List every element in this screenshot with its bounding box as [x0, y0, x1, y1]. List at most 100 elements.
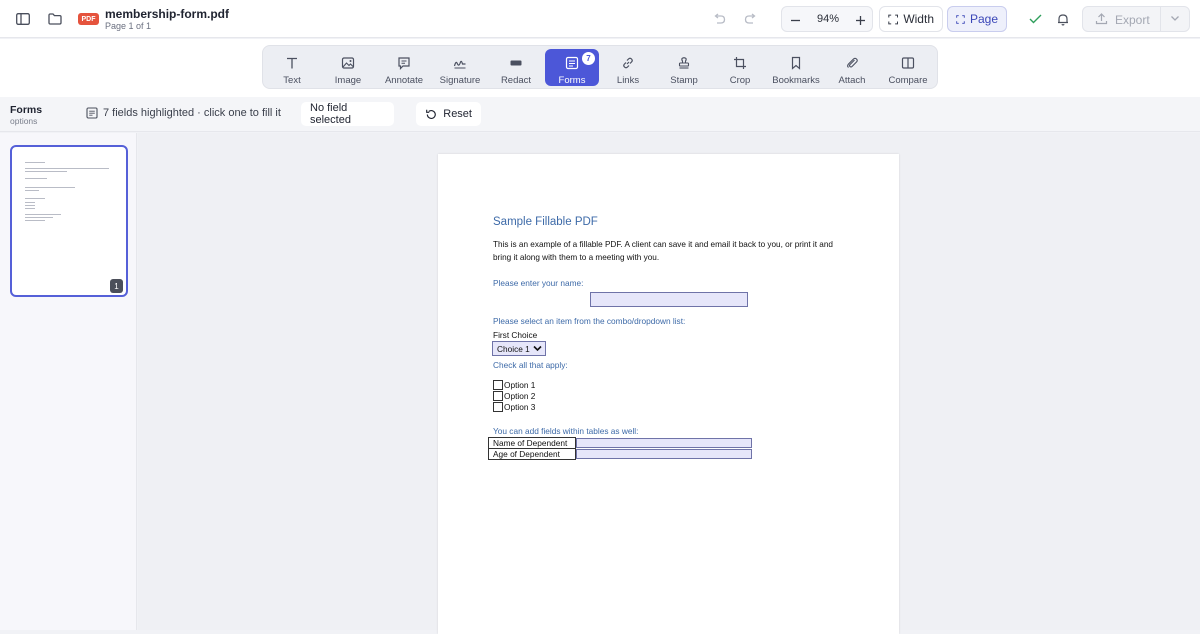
zoom-in-button[interactable]	[851, 11, 869, 29]
tool-label: Annotate	[384, 75, 424, 86]
document-intro: This is an example of a fillable PDF. A …	[493, 240, 833, 262]
fit-width-label: Width	[903, 12, 934, 26]
option-3-label: Option 3	[504, 402, 536, 412]
combo-prompt: Please select an item from the combo/dro…	[493, 316, 686, 326]
option-2-checkbox[interactable]	[493, 391, 503, 401]
title-bar: PDF membership-form.pdf Page 1 of 1 94% …	[0, 0, 1200, 38]
thumb-line	[25, 220, 45, 221]
page-info: Page 1 of 1	[105, 21, 152, 31]
tool-stamp[interactable]: Stamp	[657, 49, 711, 86]
plus-icon	[855, 15, 865, 25]
tool-label: Attach	[838, 75, 866, 86]
zoom-out-button[interactable]	[786, 11, 804, 29]
document-name: membership-form.pdf	[105, 7, 230, 21]
tool-crop[interactable]: Crop	[713, 49, 767, 86]
stamp-icon	[676, 55, 692, 71]
tool-bookmarks[interactable]: Bookmarks	[769, 49, 823, 86]
pdf-file-badge: PDF	[78, 13, 99, 25]
check-prompt: Check all that apply:	[493, 360, 568, 370]
tool-attach[interactable]: Attach	[825, 49, 879, 86]
sidebar-toggle-icon[interactable]	[13, 9, 33, 29]
image-icon	[340, 55, 356, 71]
thumb-line	[25, 187, 75, 188]
dependents-table: Name of Dependent Age of Dependent	[488, 437, 753, 461]
thumb-line	[25, 171, 67, 172]
tool-redact[interactable]: Redact	[489, 49, 543, 86]
bookmark-icon	[788, 55, 804, 71]
pdf-page: Sample Fillable PDF This is an example o…	[438, 154, 899, 634]
crop-icon	[732, 55, 748, 71]
form-fields-icon	[86, 107, 98, 119]
redact-icon	[508, 55, 524, 71]
zoom-level[interactable]: 94%	[812, 13, 844, 25]
minus-icon	[790, 19, 800, 21]
export-label: Export	[1115, 13, 1150, 27]
fields-info: 7 fields highlighted · click one to fill…	[86, 107, 281, 119]
forms-options-bar: Forms options 7 fields highlighted · cli…	[0, 97, 1200, 132]
thumb-line	[25, 202, 35, 203]
thumbnail-page-number: 1	[110, 279, 123, 293]
reset-button[interactable]: Reset	[416, 102, 481, 126]
document-title: Sample Fillable PDF	[493, 216, 598, 228]
name-prompt: Please enter your name:	[493, 278, 584, 288]
thumb-line	[25, 198, 45, 199]
selection-status: No field selected	[301, 102, 394, 126]
chevron-down-icon	[532, 343, 543, 354]
redo-icon[interactable]	[741, 9, 761, 29]
fit-page-button[interactable]: Page	[947, 6, 1007, 32]
tool-label: Bookmarks	[772, 75, 820, 86]
tool-annotate[interactable]: Annotate	[377, 49, 431, 86]
option-3-checkbox[interactable]	[493, 402, 503, 412]
option-2-row: Option 2	[493, 391, 535, 401]
export-button[interactable]: Export	[1082, 6, 1190, 32]
thumb-line	[25, 178, 47, 179]
open-folder-icon[interactable]	[45, 9, 65, 29]
choice-dropdown[interactable]: Choice 1	[492, 341, 546, 356]
option-1-checkbox[interactable]	[493, 380, 503, 390]
tool-label: Compare	[888, 75, 928, 86]
export-divider	[1160, 7, 1161, 31]
tool-label: Forms	[558, 75, 586, 86]
thumb-line	[25, 162, 45, 163]
dependent-age-field[interactable]	[576, 449, 752, 459]
undo-icon[interactable]	[709, 9, 729, 29]
confirm-check-icon[interactable]	[1025, 9, 1045, 29]
tool-label: Stamp	[670, 75, 698, 86]
choice-dropdown-value: Choice 1	[497, 343, 530, 354]
tool-signature[interactable]: Signature	[433, 49, 487, 86]
fields-info-text: 7 fields highlighted · click one to fill…	[103, 107, 281, 119]
thumb-line	[25, 205, 35, 206]
option-1-label: Option 1	[504, 380, 536, 390]
combo-label: First Choice	[493, 330, 538, 340]
dependent-name-field[interactable]	[576, 438, 752, 448]
tool-forms[interactable]: Forms 7	[545, 49, 599, 86]
option-1-row: Option 1	[493, 380, 535, 390]
chevron-down-icon[interactable]	[1169, 12, 1181, 24]
panel-subtitle: options	[10, 116, 38, 126]
thumb-line	[25, 217, 53, 218]
tool-label: Redact	[500, 75, 532, 86]
tool-compare[interactable]: Compare	[881, 49, 935, 86]
notification-bell-icon[interactable]	[1053, 9, 1073, 29]
annotate-icon	[396, 55, 412, 71]
table-row-label: Age of Dependent	[488, 448, 576, 460]
fit-page-label: Page	[969, 12, 998, 26]
tool-links[interactable]: Links	[601, 49, 655, 86]
tool-image[interactable]: Image	[321, 49, 375, 86]
thumb-line	[25, 190, 39, 191]
tool-label: Image	[334, 75, 362, 86]
page-thumbnail[interactable]: 1	[10, 145, 128, 297]
link-icon	[620, 55, 636, 71]
tool-text[interactable]: Text	[265, 49, 319, 86]
page-thumbnails-panel: 1	[0, 133, 137, 630]
tool-label: Signature	[439, 75, 481, 86]
option-3-row: Option 3	[493, 402, 535, 412]
selection-status-text: No field selected	[310, 102, 351, 126]
tool-label: Links	[616, 75, 640, 86]
compare-icon	[900, 55, 916, 71]
toolbar-area: Text Image Annotate Signature Redact For…	[0, 39, 1200, 97]
thumb-line	[25, 214, 61, 215]
fit-width-button[interactable]: Width	[879, 6, 943, 32]
fit-width-icon	[888, 14, 899, 24]
name-field[interactable]	[590, 292, 748, 307]
